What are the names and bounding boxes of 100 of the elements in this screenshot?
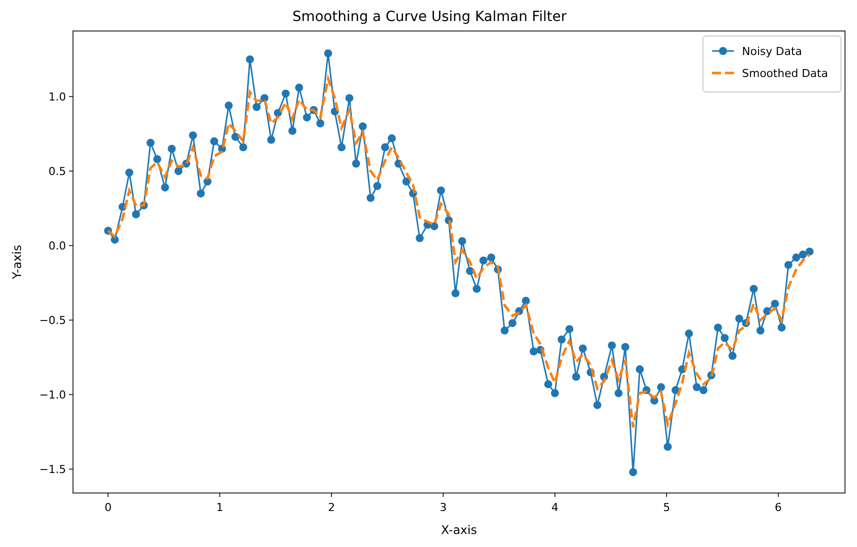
data-marker bbox=[394, 160, 402, 168]
legend-line-icon bbox=[712, 72, 734, 74]
data-marker bbox=[657, 383, 666, 392]
legend-label: Smoothed Data bbox=[742, 67, 828, 80]
data-marker bbox=[572, 372, 580, 381]
data-marker bbox=[125, 168, 134, 177]
data-marker bbox=[756, 326, 764, 335]
data-marker bbox=[260, 94, 268, 102]
data-marker bbox=[436, 186, 445, 194]
data-marker bbox=[324, 49, 332, 58]
data-marker bbox=[770, 300, 779, 308]
data-marker bbox=[578, 344, 587, 352]
data-marker bbox=[288, 126, 296, 135]
data-marker bbox=[720, 334, 729, 342]
data-marker bbox=[224, 102, 233, 110]
x-tick-label: 4 bbox=[551, 501, 558, 514]
data-marker bbox=[196, 189, 205, 198]
data-marker bbox=[530, 347, 538, 356]
x-axis-label: X-axis bbox=[441, 523, 477, 537]
y-axis-label: Y-axis bbox=[10, 244, 24, 280]
data-marker bbox=[629, 468, 638, 476]
data-marker bbox=[310, 106, 318, 114]
legend-marker-icon bbox=[712, 47, 734, 55]
data-marker bbox=[692, 383, 701, 392]
data-marker bbox=[494, 265, 502, 274]
data-marker bbox=[338, 143, 346, 152]
data-marker bbox=[798, 250, 807, 259]
data-marker bbox=[424, 220, 432, 229]
data-marker bbox=[684, 330, 693, 338]
data-marker bbox=[472, 284, 481, 293]
data-marker bbox=[515, 307, 524, 316]
data-marker bbox=[621, 342, 630, 351]
data-marker bbox=[140, 201, 148, 210]
data-marker bbox=[458, 237, 466, 246]
data-marker bbox=[381, 143, 390, 152]
data-marker bbox=[536, 346, 544, 354]
data-marker bbox=[182, 160, 190, 168]
data-marker bbox=[565, 325, 574, 334]
data-marker bbox=[664, 442, 672, 451]
y-tick-label: −1.5 bbox=[39, 463, 66, 476]
data-marker bbox=[784, 260, 792, 269]
data-marker bbox=[409, 189, 418, 198]
data-marker bbox=[146, 138, 155, 147]
data-marker bbox=[204, 178, 212, 186]
data-marker bbox=[267, 136, 276, 144]
x-tick-label: 3 bbox=[440, 501, 447, 514]
chart-title: Smoothing a Curve Using Kalman Filter bbox=[292, 9, 567, 25]
data-marker bbox=[352, 160, 360, 168]
data-marker bbox=[593, 401, 602, 410]
data-marker bbox=[174, 167, 182, 176]
data-marker bbox=[218, 144, 226, 153]
data-marker bbox=[466, 266, 474, 275]
data-marker bbox=[295, 84, 304, 92]
y-tick-label: 0.5 bbox=[48, 165, 66, 178]
data-marker bbox=[388, 134, 396, 142]
data-marker bbox=[728, 352, 736, 360]
data-marker bbox=[707, 371, 716, 380]
data-marker bbox=[792, 254, 800, 262]
data-marker bbox=[444, 216, 453, 224]
legend-label: Noisy Data bbox=[742, 45, 802, 58]
data-marker bbox=[522, 296, 530, 305]
data-marker bbox=[558, 336, 566, 344]
data-marker bbox=[699, 386, 708, 394]
data-marker bbox=[778, 324, 786, 332]
data-marker bbox=[345, 94, 354, 102]
data-marker bbox=[110, 236, 119, 244]
data-marker bbox=[358, 122, 367, 130]
data-marker bbox=[678, 365, 686, 374]
data-marker bbox=[366, 194, 375, 202]
data-marker bbox=[239, 143, 248, 152]
x-tick-label: 5 bbox=[663, 501, 670, 514]
data-marker bbox=[246, 55, 254, 64]
data-marker bbox=[614, 389, 623, 398]
data-marker bbox=[487, 254, 496, 262]
data-marker bbox=[806, 248, 814, 256]
x-tick-label: 0 bbox=[104, 501, 112, 514]
y-tick-label: −0.5 bbox=[39, 314, 66, 328]
data-marker bbox=[402, 178, 410, 186]
data-marker bbox=[118, 202, 127, 211]
data-marker bbox=[714, 324, 722, 332]
x-tick-label: 2 bbox=[328, 501, 335, 514]
data-marker bbox=[188, 131, 197, 140]
y-tick-label: 1.0 bbox=[48, 90, 66, 104]
data-marker bbox=[642, 386, 650, 394]
data-marker bbox=[210, 137, 218, 146]
data-marker bbox=[416, 234, 424, 242]
data-marker bbox=[608, 341, 616, 350]
data-marker bbox=[104, 226, 112, 235]
data-marker bbox=[316, 119, 324, 128]
data-marker bbox=[274, 108, 282, 117]
data-marker bbox=[168, 144, 176, 153]
x-tick-label: 6 bbox=[774, 501, 782, 514]
x-tick-label: 1 bbox=[216, 501, 224, 514]
data-marker bbox=[544, 380, 552, 388]
y-tick-label: −1.0 bbox=[39, 388, 66, 402]
data-marker bbox=[508, 319, 516, 328]
data-marker bbox=[550, 389, 559, 398]
y-tick-label: 0.0 bbox=[48, 240, 66, 253]
data-marker bbox=[430, 222, 438, 230]
data-marker bbox=[302, 113, 311, 122]
